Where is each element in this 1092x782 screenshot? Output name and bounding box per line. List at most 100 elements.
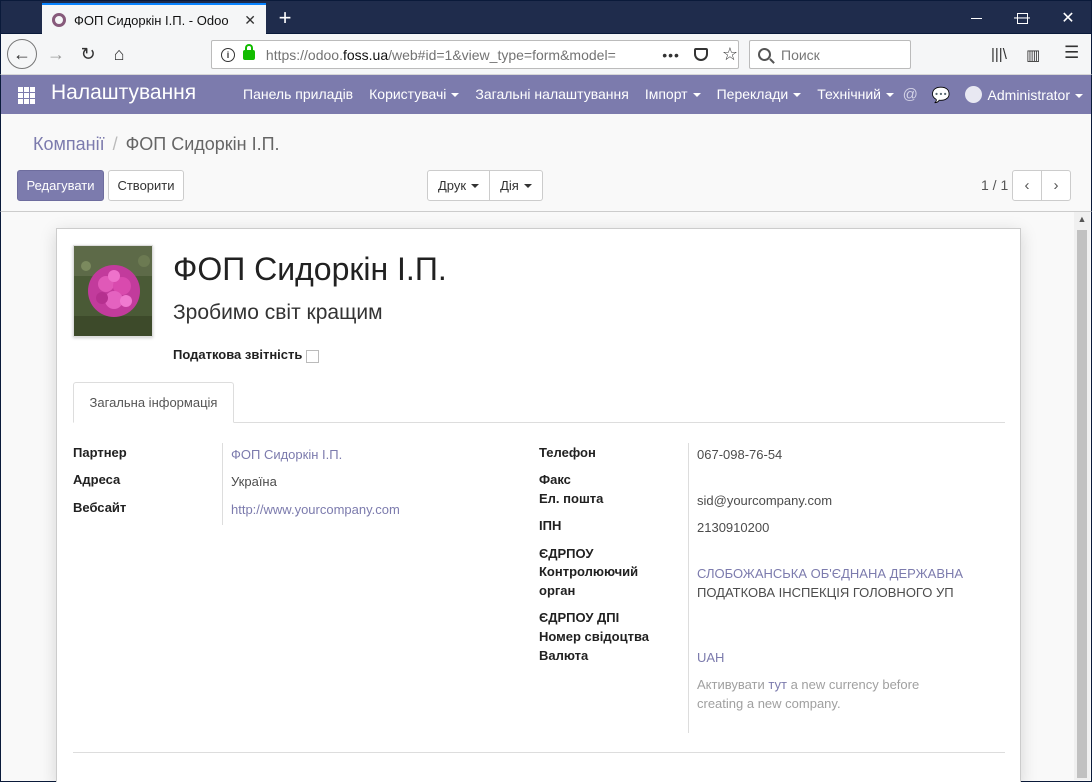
edrpou-label: ЄДРПОУ (539, 546, 594, 561)
control-panel: Компанії / ФОП Сидоркін І.П. Редагувати Ст… (0, 114, 1092, 212)
page-actions-icon[interactable]: ••• (662, 47, 680, 63)
sidebar-actions: Друк Дія (427, 170, 543, 201)
close-tab-icon[interactable]: ✕ (244, 12, 256, 29)
company-slogan: Зробимо світ кращим (173, 301, 383, 324)
pager-previous-button[interactable]: ‹ (1012, 170, 1042, 201)
minimize-window-icon[interactable] (953, 1, 999, 35)
url-bar[interactable]: i https://odoo.foss.ua/web#id=1&view_typ… (211, 40, 739, 69)
caret-down-icon (886, 93, 895, 98)
user-area: @ 💬 Administrator (903, 75, 1083, 114)
user-menu[interactable]: Administrator (988, 87, 1083, 103)
ipn-value: 2130910200 (697, 520, 770, 535)
user-name: Administrator (987, 86, 1070, 103)
bookmark-star-icon[interactable]: ☆ (722, 44, 738, 65)
url-prefix: https://odoo. (265, 46, 343, 63)
new-tab-icon[interactable]: + (273, 5, 297, 31)
library-icon[interactable]: |||\ (991, 46, 1007, 63)
tab-title: ФОП Сидоркін І.П. - Odoo (74, 12, 229, 28)
sidebar-icon[interactable]: ▥ (1026, 46, 1040, 64)
top-menu: Панель приладів Користувачі Загальні нал… (235, 75, 902, 114)
pager-value[interactable]: 1 / 1 (981, 177, 1008, 193)
caret-down-icon (692, 93, 701, 98)
reload-icon[interactable]: ↻ (73, 39, 103, 69)
company-name: ФОП Сидоркін І.П. (173, 251, 447, 287)
website-label: Вебсайт (73, 500, 127, 515)
print-dropdown[interactable]: Друк (427, 170, 491, 201)
tax-report-checkbox[interactable] (306, 350, 319, 363)
sheet-bottom-divider (73, 752, 1005, 753)
menu-import[interactable]: Імпорт (637, 75, 709, 114)
address-label: Адреса (73, 472, 121, 487)
browser-navbar: ← → ↻ ⌂ i https://odoo.foss.ua/web#id=1&… (0, 34, 1092, 75)
print-label: Друк (438, 178, 467, 193)
breadcrumb-companies[interactable]: Компанії (33, 134, 105, 154)
menu-hamburger-icon[interactable]: ☰ (1064, 43, 1079, 63)
control-authority-value-2: ПОДАТКОВА ІНСПЕКЦІЯ ГОЛОВНОГО УП (697, 585, 954, 600)
right-group-divider (688, 443, 689, 733)
menu-label: Користувачі (369, 86, 447, 102)
chevron-left-icon: ‹ (1024, 177, 1030, 194)
search-input[interactable]: Поиск (749, 40, 911, 69)
apps-grid-icon[interactable] (18, 87, 35, 104)
breadcrumb: Компанії / ФОП Сидоркін І.П. (33, 134, 280, 155)
action-label: Дія (500, 178, 519, 193)
back-arrow-icon[interactable]: ← (7, 39, 37, 69)
site-info-icon[interactable]: i (221, 47, 235, 62)
email-label: Ел. пошта (539, 491, 604, 506)
menu-label: Загальні налаштування (475, 86, 629, 102)
partner-label: Партнер (73, 445, 127, 460)
breadcrumb-current: ФОП Сидоркін І.П. (125, 134, 280, 154)
scrollbar-thumb[interactable] (1077, 230, 1087, 778)
ipn-label: ІПН (539, 518, 562, 533)
avatar[interactable] (964, 86, 982, 103)
address-value: Україна (231, 474, 277, 489)
action-dropdown[interactable]: Дія (490, 170, 543, 201)
browser-tab[interactable]: ФОП Сидоркін І.П. - Odoo ✕ (42, 3, 266, 35)
form-view-content: ▲ ФОП Сидоркін І.П. Зробимо світ кращим … (0, 212, 1092, 782)
scroll-up-icon[interactable]: ▲ (1074, 214, 1090, 224)
pocket-icon[interactable] (693, 48, 708, 61)
activate-currency-link[interactable]: тут (768, 677, 787, 692)
forward-arrow-icon[interactable]: → (41, 39, 71, 69)
search-icon (758, 48, 771, 61)
url-text[interactable]: https://odoo.foss.ua/web#id=1&view_type=… (266, 47, 654, 63)
currency-link[interactable]: UAH (697, 650, 724, 665)
menu-translations[interactable]: Переклади (709, 75, 810, 114)
breadcrumb-separator: / (112, 134, 118, 154)
menu-users[interactable]: Користувачі (361, 75, 467, 114)
url-domain: foss.ua (342, 46, 389, 63)
caret-down-icon (523, 183, 532, 188)
lock-icon (242, 43, 255, 60)
currency-hint: Активувати тут a new currency before (697, 677, 919, 692)
pager-next-button[interactable]: › (1041, 170, 1071, 201)
close-window-icon[interactable]: ✕ (1045, 1, 1091, 35)
mention-icon[interactable]: @ (903, 86, 918, 103)
caret-down-icon (793, 93, 802, 98)
control-authority-link[interactable]: СЛОБОЖАНСЬКА ОБ'ЄДНАНА ДЕРЖАВНА (697, 566, 963, 581)
tab-general-info[interactable]: Загальна інформація (73, 382, 234, 423)
company-logo[interactable] (73, 245, 153, 337)
create-button[interactable]: Створити (108, 170, 184, 201)
scrollbar[interactable]: ▲ (1074, 212, 1090, 780)
partner-link[interactable]: ФОП Сидоркін І.П. (231, 447, 342, 462)
form-sheet: ФОП Сидоркін І.П. Зробимо світ кращим По… (56, 228, 1021, 782)
phone-value: 067-098-76-54 (697, 447, 783, 462)
edit-button[interactable]: Редагувати (17, 170, 104, 201)
odoo-main-navbar: Налаштування Панель приладів Користувачі… (0, 75, 1092, 114)
app-title[interactable]: Налаштування (51, 81, 196, 105)
chat-icon[interactable]: 💬 (932, 86, 951, 104)
maximize-window-icon[interactable] (999, 1, 1045, 35)
menu-technical[interactable]: Технічний (809, 75, 902, 114)
control-authority-label-2: орган (539, 583, 576, 598)
url-rest: /web#id=1&view_type=form&model= (388, 46, 616, 63)
menu-label: Панель приладів (243, 86, 354, 102)
chevron-right-icon: › (1053, 177, 1059, 194)
tax-report-label: Податкова звітність (173, 347, 303, 362)
home-icon[interactable]: ⌂ (104, 39, 134, 69)
menu-dashboard[interactable]: Панель приладів (235, 75, 361, 114)
website-link[interactable]: http://www.yourcompany.com (231, 502, 400, 517)
menu-general-settings[interactable]: Загальні налаштування (467, 75, 636, 114)
currency-hint-2: creating a new company. (697, 696, 841, 711)
control-authority-label: Контролюючий (539, 564, 639, 579)
browser-titlebar: ФОП Сидоркін І.П. - Odoo ✕ + — ✕ (0, 0, 1092, 35)
